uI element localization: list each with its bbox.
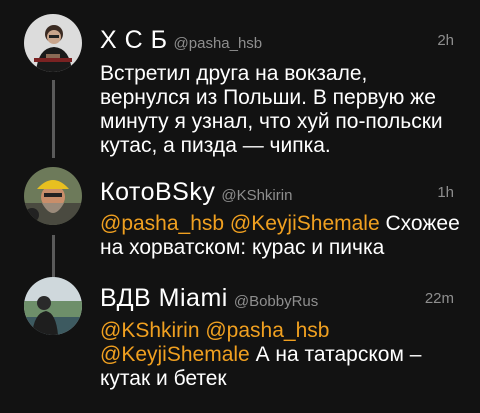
tweet-text: @KShkirin @pasha_hsb @KeyjiShemale А на … bbox=[100, 319, 460, 391]
timestamp: 2h bbox=[437, 32, 454, 49]
tweet-1[interactable]: Х С Б @pasha_hsb 2h Встретил друга на вок… bbox=[0, 0, 480, 165]
tweet-2[interactable]: КотоBSky @KShkirin 1h @pasha_hsb @KeyjiSh… bbox=[0, 165, 480, 280]
user-handle[interactable]: @BobbyRus bbox=[234, 293, 318, 310]
text-line: Встретил друга на вокзале, bbox=[100, 62, 368, 85]
text-line: минуту я узнал, что хуй по-польски bbox=[100, 110, 443, 133]
text-line: @pasha_hsb @KeyjiShemale Схожее bbox=[100, 212, 460, 236]
text-line: @KShkirin @pasha_hsb bbox=[100, 319, 460, 343]
avatar[interactable] bbox=[24, 14, 82, 72]
display-name[interactable]: ВДВ Miami bbox=[100, 284, 228, 312]
text-segment: Схожее bbox=[385, 212, 460, 235]
tweet-header: Х С Б @pasha_hsb 2h bbox=[100, 26, 454, 56]
text-line: на хорватском: курас и пичка bbox=[100, 236, 385, 259]
tweet-text: Встретил друга на вокзале, вернулся из П… bbox=[100, 62, 460, 158]
avatar[interactable] bbox=[24, 167, 82, 225]
tweet-header: ВДВ Miami @BobbyRus 22m bbox=[100, 284, 454, 314]
tweet-header: КотоBSky @KShkirin 1h bbox=[100, 178, 454, 208]
mention-link[interactable]: @KShkirin bbox=[100, 319, 200, 342]
display-name[interactable]: Х С Б bbox=[100, 26, 168, 54]
timestamp: 1h bbox=[437, 184, 454, 201]
tweet-3[interactable]: ВДВ Miami @BobbyRus 22m @KShkirin @pasha_… bbox=[0, 275, 480, 413]
text-line: кутак и бетек bbox=[100, 367, 227, 390]
text-line: кутас, а пизда — чипка. bbox=[100, 134, 331, 157]
user-handle[interactable]: @pasha_hsb bbox=[174, 35, 263, 52]
display-name[interactable]: КотоBSky bbox=[100, 178, 215, 206]
text-segment: А на татарском – bbox=[255, 343, 422, 366]
text-line: @KeyjiShemale А на татарском – bbox=[100, 343, 460, 367]
mention-link[interactable]: @pasha_hsb bbox=[205, 319, 329, 342]
mention-link[interactable]: @KeyjiShemale bbox=[230, 212, 380, 235]
thread-line bbox=[52, 235, 55, 280]
tweet-text: @pasha_hsb @KeyjiShemale Схожее на хорва… bbox=[100, 212, 460, 260]
avatar[interactable] bbox=[24, 277, 82, 335]
thread-line bbox=[52, 80, 55, 158]
user-handle[interactable]: @KShkirin bbox=[221, 187, 292, 204]
text-line: вернулся из Польши. В первую же bbox=[100, 86, 436, 109]
timestamp: 22m bbox=[424, 290, 454, 307]
mention-link[interactable]: @pasha_hsb bbox=[100, 212, 224, 235]
mention-link[interactable]: @KeyjiShemale bbox=[100, 343, 250, 366]
